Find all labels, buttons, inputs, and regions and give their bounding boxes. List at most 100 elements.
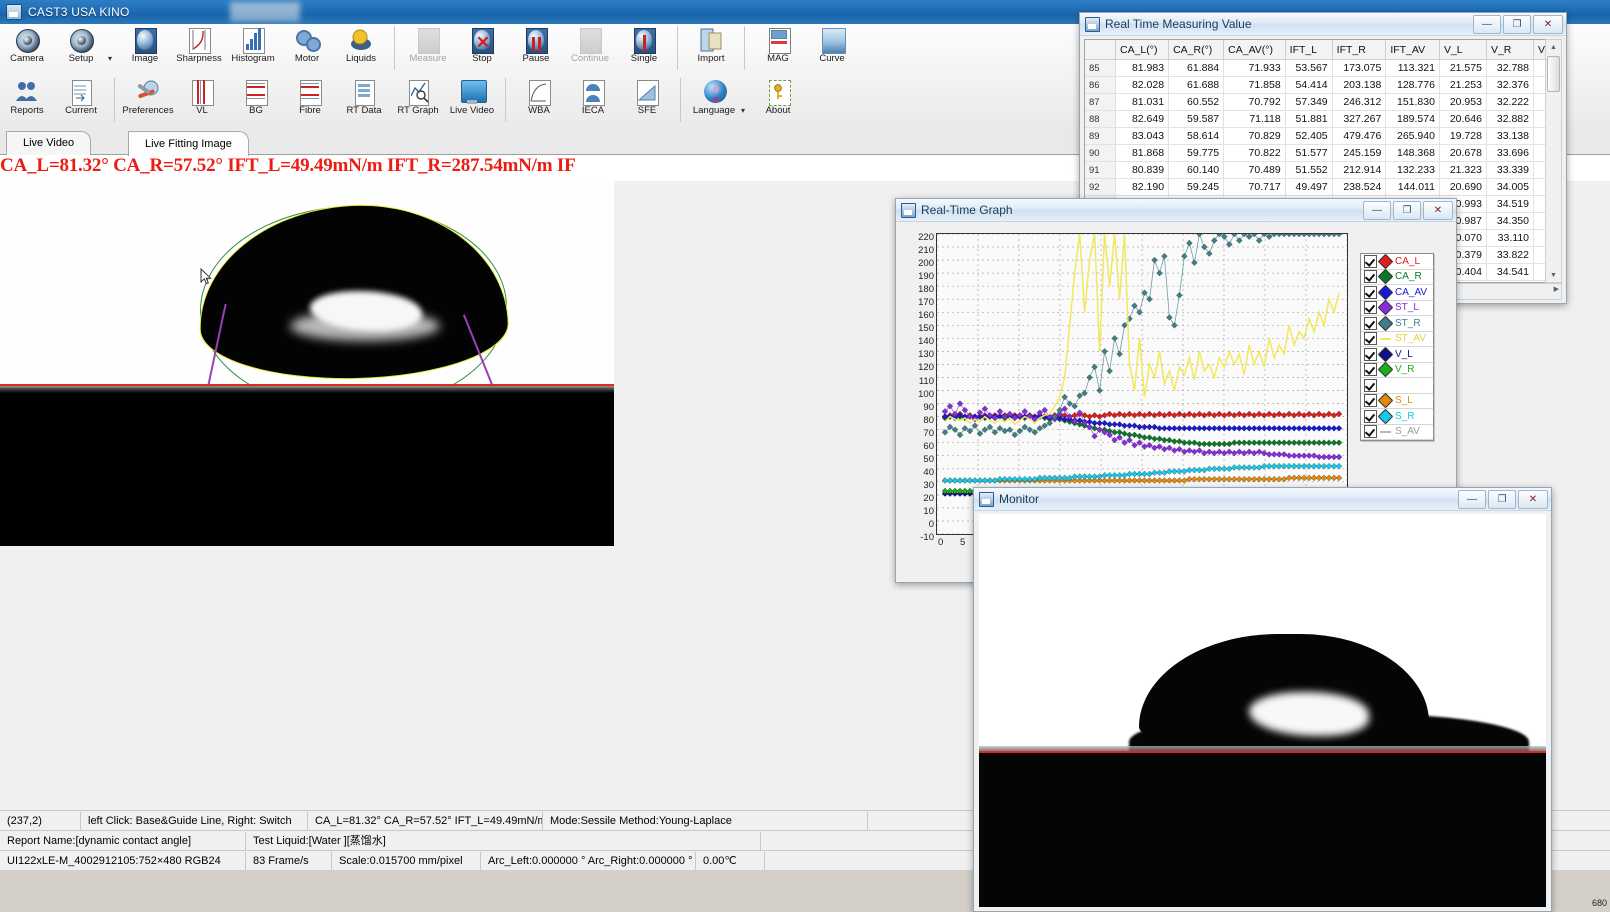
toolbar-button-motor[interactable]: Motor [280, 24, 334, 74]
toolbar-button-label: Camera [10, 54, 44, 64]
table-column-header[interactable]: V_L [1439, 40, 1486, 60]
legend-checkbox[interactable] [1364, 348, 1377, 361]
y-axis-tick: 20 [923, 494, 934, 503]
toolbar-button-sfe[interactable]: SFE [620, 76, 674, 126]
minimize-button[interactable]: — [1473, 15, 1501, 34]
table-row[interactable]: 9180.83960.14070.48951.552212.914132.233… [1085, 162, 1561, 179]
legend-checkbox[interactable] [1364, 379, 1377, 392]
toolbar-button-mag[interactable]: MAG [751, 24, 805, 74]
table-column-header[interactable]: IFT_L [1285, 40, 1332, 60]
toolbar-button-single[interactable]: Single [617, 24, 671, 74]
table-column-header[interactable]: IFT_R [1332, 40, 1386, 60]
minimize-button[interactable]: — [1363, 201, 1391, 220]
legend-checkbox[interactable] [1364, 286, 1377, 299]
toolbar-button-about[interactable]: About [751, 76, 805, 126]
chart-legend[interactable]: CA_LCA_RCA_AVST_LST_RST_AVV_LV_R S_LS_RS_… [1360, 253, 1434, 441]
dropdown-caret-icon[interactable]: ▾ [108, 54, 118, 63]
legend-checkbox[interactable] [1364, 301, 1377, 314]
toolbar-button-bg[interactable]: BG [229, 76, 283, 126]
maximize-button[interactable]: ❐ [1393, 201, 1421, 220]
table-column-header[interactable]: CA_R(°) [1169, 40, 1224, 60]
legend-row[interactable]: ST_R [1361, 316, 1433, 332]
legend-checkbox[interactable] [1364, 394, 1377, 407]
scroll-thumb[interactable] [1547, 56, 1560, 92]
app-icon [6, 4, 22, 20]
legend-row[interactable]: S_R [1361, 409, 1433, 425]
legend-checkbox[interactable] [1364, 410, 1377, 423]
toolbar-button-label: VL [196, 106, 208, 116]
legend-row[interactable]: ST_L [1361, 301, 1433, 317]
table-column-header[interactable]: CA_L(°) [1116, 40, 1169, 60]
table-column-header[interactable]: V_R [1486, 40, 1533, 60]
close-button[interactable]: ✕ [1533, 15, 1563, 34]
toolbar-button-vl[interactable]: VL [175, 76, 229, 126]
toolbar-button-rt-data[interactable]: RT Data [337, 76, 391, 126]
legend-row[interactable]: S_L [1361, 394, 1433, 410]
toolbar-button-camera[interactable]: Camera [0, 24, 54, 74]
graph-window-titlebar[interactable]: Real-Time Graph — ❐ ✕ [896, 199, 1456, 222]
tab-live-video[interactable]: Live Video [6, 131, 91, 155]
legend-row[interactable]: CA_L [1361, 254, 1433, 270]
table-row[interactable]: 9081.86859.77570.82251.577245.159148.368… [1085, 145, 1561, 162]
maximize-button[interactable]: ❐ [1488, 490, 1516, 509]
toolbar-button-preferences[interactable]: Preferences [121, 76, 175, 126]
scroll-down-icon[interactable]: ▼ [1546, 268, 1561, 282]
scroll-up-icon[interactable]: ▲ [1546, 40, 1561, 54]
live-fitting-image[interactable] [0, 181, 614, 546]
toolbar-button-image[interactable]: Image [118, 24, 172, 74]
maximize-button[interactable]: ❐ [1503, 15, 1531, 34]
toolbar-button-reports[interactable]: Reports [0, 76, 54, 126]
legend-row[interactable]: CA_AV [1361, 285, 1433, 301]
monitor-window-titlebar[interactable]: Monitor — ❐ ✕ [974, 488, 1551, 511]
table-row[interactable]: 8781.03160.55270.79257.349246.312151.830… [1085, 94, 1561, 111]
toolbar-button-import[interactable]: Import [684, 24, 738, 74]
monitor-window[interactable]: Monitor — ❐ ✕ [973, 487, 1552, 912]
toolbar-button-curve[interactable]: Curve [805, 24, 859, 74]
toolbar-button-wba[interactable]: WBA [512, 76, 566, 126]
rt-graph-icon [404, 79, 432, 105]
close-button[interactable]: ✕ [1518, 490, 1548, 509]
table-column-header[interactable]: IFT_AV [1386, 40, 1440, 60]
table-row[interactable]: 9282.19059.24570.71749.497238.524144.011… [1085, 179, 1561, 196]
legend-checkbox[interactable] [1364, 317, 1377, 330]
toolbar-button-pause[interactable]: Pause [509, 24, 563, 74]
legend-row[interactable]: ST_AV [1361, 332, 1433, 348]
legend-checkbox[interactable] [1364, 270, 1377, 283]
legend-row[interactable]: V_R [1361, 363, 1433, 379]
table-row[interactable]: 8581.98361.88471.93353.567173.075113.321… [1085, 60, 1561, 77]
table-window-titlebar[interactable]: Real Time Measuring Value — ❐ ✕ [1080, 13, 1566, 36]
toolbar-button-rt-graph[interactable]: RT Graph [391, 76, 445, 126]
legend-checkbox[interactable] [1364, 255, 1377, 268]
table-row[interactable]: 8882.64959.58771.11851.881327.267189.574… [1085, 111, 1561, 128]
toolbar-button-histogram[interactable]: Histogram [226, 24, 280, 74]
table-column-header[interactable]: CA_AV(°) [1224, 40, 1286, 60]
legend-checkbox[interactable] [1364, 363, 1377, 376]
toolbar-button-label: Sharpness [176, 54, 221, 64]
table-vertical-scrollbar[interactable]: ▲ ▼ [1545, 39, 1562, 283]
table-cell: 33.138 [1486, 128, 1533, 145]
toolbar-button-liquids[interactable]: Liquids [334, 24, 388, 74]
table-row[interactable]: 8983.04358.61470.82952.405479.476265.940… [1085, 128, 1561, 145]
toolbar-button-fibre[interactable]: Fibre [283, 76, 337, 126]
dropdown-caret-icon[interactable]: ▾ [741, 106, 751, 115]
toolbar-button-live-video[interactable]: Live Video [445, 76, 499, 126]
toolbar-button-setup[interactable]: Setup [54, 24, 108, 74]
legend-row[interactable]: S_AV [1361, 425, 1433, 441]
legend-checkbox[interactable] [1364, 425, 1377, 438]
legend-row[interactable] [1361, 378, 1433, 394]
close-button[interactable]: ✕ [1423, 201, 1453, 220]
legend-checkbox[interactable] [1364, 332, 1377, 345]
legend-row[interactable]: CA_R [1361, 270, 1433, 286]
toolbar-button-stop[interactable]: ✕Stop [455, 24, 509, 74]
toolbar-button-language[interactable]: Language [687, 76, 741, 126]
table-row[interactable]: 8682.02861.68871.85854.414203.138128.776… [1085, 77, 1561, 94]
toolbar-button-sharpness[interactable]: Sharpness [172, 24, 226, 74]
monitor-live-image[interactable] [979, 514, 1546, 907]
tab-live-fitting-image[interactable]: Live Fitting Image [128, 131, 249, 156]
minimize-button[interactable]: — [1458, 490, 1486, 509]
legend-row[interactable]: V_L [1361, 347, 1433, 363]
toolbar-button-current[interactable]: Current [54, 76, 108, 126]
status-mode: Mode:Sessile Method:Young-Laplace [543, 812, 868, 831]
toolbar-button-ieca[interactable]: IECA [566, 76, 620, 126]
scroll-right-icon[interactable]: ▶ [1554, 285, 1559, 293]
